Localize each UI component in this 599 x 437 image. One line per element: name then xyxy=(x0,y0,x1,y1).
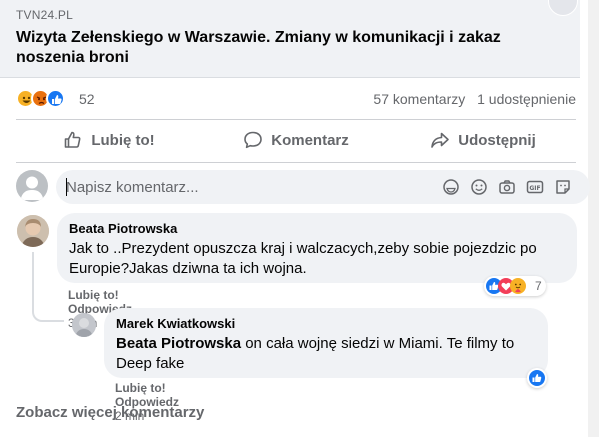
text-caret xyxy=(66,178,67,196)
post-action-bar: Lubię to! Komentarz Udostępnij xyxy=(16,122,576,158)
reply-author[interactable]: Marek Kwiatkowski xyxy=(116,316,536,332)
link-source: TVN24.PL xyxy=(16,8,73,22)
reply-mention[interactable]: Beata Piotrowska xyxy=(116,335,241,352)
share-button-label: Udostępnij xyxy=(458,131,536,149)
share-button[interactable]: Udostępnij xyxy=(390,122,576,158)
divider xyxy=(16,162,576,163)
comment-button-label: Komentarz xyxy=(271,131,349,149)
emoji-icon[interactable] xyxy=(470,178,488,196)
post-stats: 52 57 komentarzy 1 udostępnienie xyxy=(16,84,576,114)
like-reaction-icon xyxy=(46,89,65,108)
comment-reaction-count: 7 xyxy=(535,279,542,293)
like-button-label: Lubię to! xyxy=(91,131,155,149)
thumbs-up-icon xyxy=(65,131,81,148)
link-preview-card[interactable]: TVN24.PL Wizyta Zełenskiego w Warszawie.… xyxy=(0,0,580,78)
comment-count[interactable]: 57 komentarzy xyxy=(373,91,465,107)
gif-icon[interactable]: GIF xyxy=(526,178,544,196)
share-count[interactable]: 1 udostępnienie xyxy=(477,91,576,107)
reaction-count[interactable]: 52 xyxy=(79,91,95,107)
share-arrow-icon xyxy=(431,132,450,148)
comment-bubble[interactable]: Beata Piotrowska Jak to ..Prezydent opus… xyxy=(57,213,577,283)
comment-author[interactable]: Beata Piotrowska xyxy=(69,221,565,237)
link-title[interactable]: Wizyta Zełenskiego w Warszawie. Zmiany w… xyxy=(16,28,556,68)
like-button[interactable]: Lubię to! xyxy=(16,122,202,158)
commenter-avatar[interactable] xyxy=(17,215,49,247)
comment-composer: GIF xyxy=(16,170,590,204)
reply-reactions[interactable] xyxy=(527,368,547,388)
reply-like-link[interactable]: Lubię to! xyxy=(115,381,166,395)
avatar-sticker-icon[interactable] xyxy=(554,178,572,196)
like-reaction-icon xyxy=(529,370,545,386)
scrollbar[interactable] xyxy=(588,0,599,437)
reply-text: Beata Piotrowska on cała wojnę siedzi w … xyxy=(116,334,536,374)
comment-reactions[interactable]: 7 xyxy=(484,276,546,296)
reply-bubble[interactable]: Marek Kwiatkowski Beata Piotrowska on ca… xyxy=(104,308,548,378)
divider xyxy=(16,119,576,120)
view-more-comments-link[interactable]: Zobacz więcej komentarzy xyxy=(16,404,204,421)
user-avatar[interactable] xyxy=(16,170,48,202)
camera-icon[interactable] xyxy=(498,178,516,196)
svg-text:GIF: GIF xyxy=(529,185,540,192)
comment-like-link[interactable]: Lubię to! xyxy=(68,288,119,302)
replier-avatar[interactable] xyxy=(72,313,96,337)
comment-bubble-icon xyxy=(244,131,263,149)
comment-text: Jak to ..Prezydent opuszcza kraj i walcz… xyxy=(69,240,537,277)
comment-button[interactable]: Komentarz xyxy=(203,122,389,158)
care-reaction-icon xyxy=(510,278,526,294)
reply-thread-line xyxy=(32,252,64,322)
sticker-icon[interactable] xyxy=(442,178,460,196)
comment-input[interactable] xyxy=(66,170,426,204)
comment-input-box[interactable]: GIF xyxy=(56,170,590,204)
